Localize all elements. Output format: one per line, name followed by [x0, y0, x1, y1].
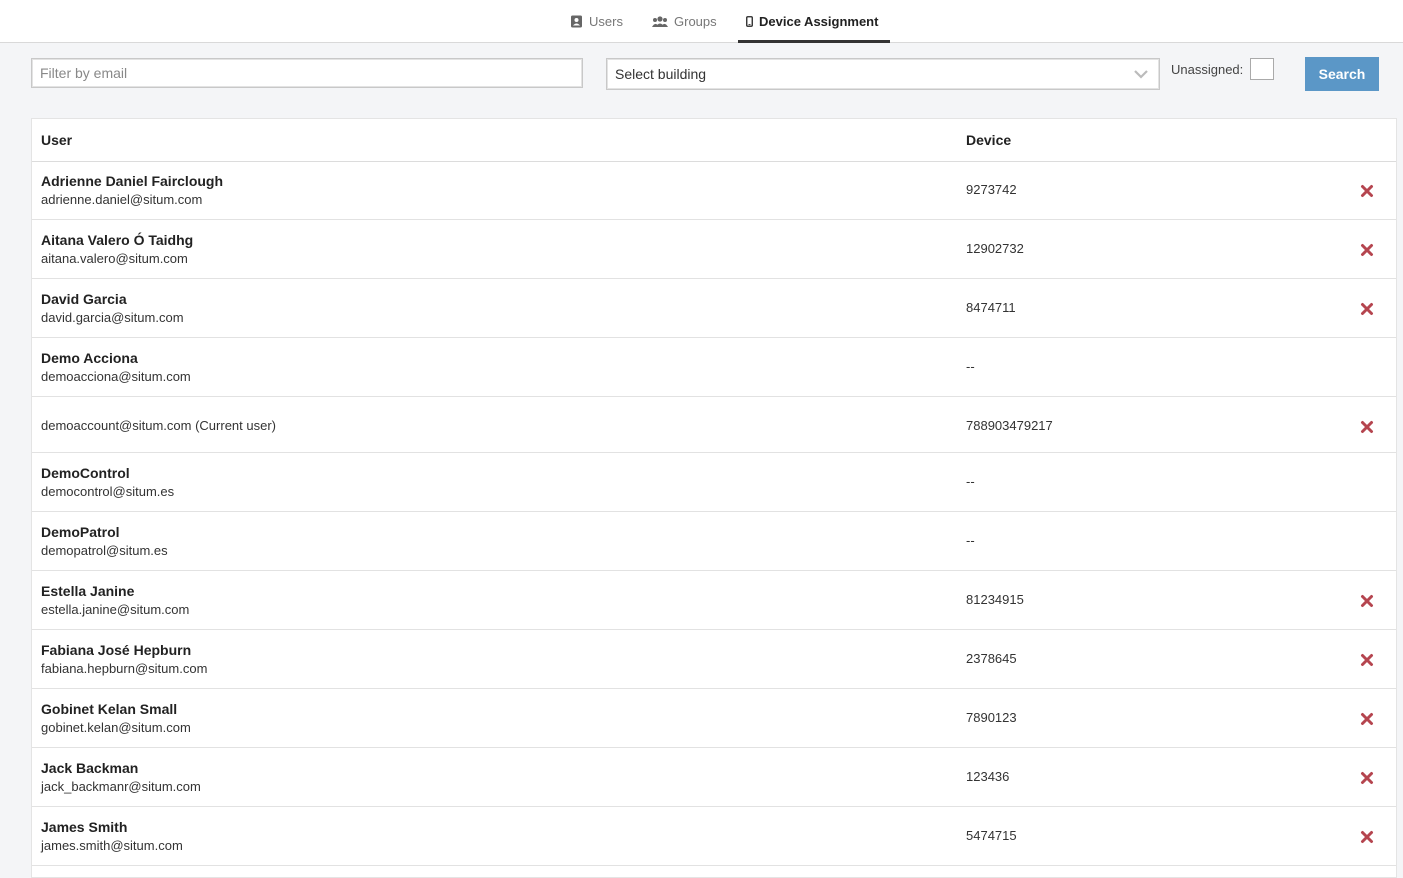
device-id: 7890123 — [966, 710, 1017, 725]
table-row: Aitana Valero Ó Taidhg aitana.valero@situ… — [32, 220, 1396, 279]
device-id: -- — [966, 533, 975, 548]
contact-book-icon — [570, 15, 583, 28]
users-icon — [652, 15, 668, 28]
tab-device-assignment-label: Device Assignment — [759, 13, 879, 29]
filter-email-input[interactable] — [31, 58, 583, 88]
remove-assignment-icon[interactable] — [1360, 830, 1374, 844]
assignment-table: User Device Adrienne Daniel Fairclough ad… — [31, 118, 1397, 878]
user-name: David Garcia — [41, 291, 127, 307]
device-id: 81234915 — [966, 592, 1024, 607]
remove-assignment-icon[interactable] — [1360, 594, 1374, 608]
unassigned-checkbox[interactable] — [1250, 58, 1274, 80]
column-header-device: Device — [966, 132, 1012, 148]
user-email: demoacciona@situm.com — [41, 369, 191, 384]
remove-assignment-icon[interactable] — [1360, 712, 1374, 726]
building-select[interactable]: Select building — [606, 58, 1160, 90]
remove-assignment-icon[interactable] — [1360, 184, 1374, 198]
user-email: adrienne.daniel@situm.com — [41, 192, 203, 207]
table-row: Jack Backman jack_backmanr@situm.com 12343… — [32, 748, 1396, 807]
chevron-down-icon — [1133, 67, 1149, 84]
column-header-user: User — [41, 132, 73, 148]
tab-device-assignment[interactable]: Device Assignment — [737, 0, 891, 43]
table-header: User Device — [32, 119, 1396, 162]
user-email: gobinet.kelan@situm.com — [41, 720, 191, 735]
table-row: demoaccount@situm.com (Current user) 7889… — [32, 397, 1396, 453]
remove-assignment-icon[interactable] — [1360, 653, 1374, 667]
device-id: 123436 — [966, 769, 1010, 784]
building-select-value: Select building — [615, 66, 707, 82]
table-row: Fabiana José Hepburn fabiana.hepburn@situ… — [32, 630, 1396, 689]
tab-groups-label: Groups — [674, 13, 717, 29]
user-name: James Smith — [41, 819, 128, 835]
user-email: democontrol@situm.es — [41, 484, 175, 499]
tab-bar: Users Groups Device Assignment — [0, 0, 1403, 43]
table-row: James Smith james.smith@situm.com 5474715 — [32, 807, 1396, 866]
user-name: Gobinet Kelan Small — [41, 701, 178, 717]
device-id: 8474711 — [966, 300, 1016, 315]
user-email: demopatrol@situm.es — [41, 543, 168, 558]
table-row: Demo Acciona demoacciona@situm.com -- — [32, 338, 1396, 397]
device-id: 9273742 — [966, 182, 1017, 197]
table-row: DemoPatrol demopatrol@situm.es -- — [32, 512, 1396, 571]
user-email: david.garcia@situm.com — [41, 310, 184, 325]
user-email: james.smith@situm.com — [41, 838, 183, 853]
table-row: David Garcia david.garcia@situm.com 847471… — [32, 279, 1396, 338]
user-email: jack_backmanr@situm.com — [41, 779, 201, 794]
unassigned-label: Unassigned: — [1171, 62, 1244, 77]
user-name: DemoPatrol — [41, 524, 120, 540]
user-name: DemoControl — [41, 465, 130, 481]
device-id: 5474715 — [966, 828, 1017, 843]
user-name: Adrienne Daniel Fairclough — [41, 173, 224, 189]
user-name: Aitana Valero Ó Taidhg — [41, 232, 194, 248]
remove-assignment-icon[interactable] — [1360, 243, 1374, 257]
user-email: fabiana.hepburn@situm.com — [41, 661, 208, 676]
device-id: -- — [966, 474, 975, 489]
user-name: Jack Backman — [41, 760, 139, 776]
tab-groups[interactable]: Groups — [652, 0, 717, 42]
table-row: DemoControl democontrol@situm.es -- — [32, 453, 1396, 512]
device-id: 788903479217 — [966, 418, 1053, 433]
remove-assignment-icon[interactable] — [1360, 420, 1374, 434]
device-id: 12902732 — [966, 241, 1024, 256]
mobile-icon — [746, 15, 753, 27]
device-id: 2378645 — [966, 651, 1017, 666]
table-row: Gobinet Kelan Small gobinet.kelan@situm.c… — [32, 689, 1396, 748]
tab-users[interactable]: Users — [570, 0, 623, 42]
remove-assignment-icon[interactable] — [1360, 302, 1374, 316]
table-row: Estella Janine estella.janine@situm.com 81… — [32, 571, 1396, 630]
user-email: aitana.valero@situm.com — [41, 251, 188, 266]
tab-users-label: Users — [589, 13, 623, 29]
user-name: Fabiana José Hepburn — [41, 642, 192, 658]
device-id: -- — [966, 359, 975, 374]
user-name: Estella Janine — [41, 583, 135, 599]
user-email: demoaccount@situm.com (Current user) — [41, 418, 276, 433]
table-row: Adrienne Daniel Fairclough adrienne.danie… — [32, 161, 1396, 220]
user-email: estella.janine@situm.com — [41, 602, 190, 617]
user-name: Demo Acciona — [41, 350, 138, 366]
search-button[interactable]: Search — [1305, 57, 1379, 91]
remove-assignment-icon[interactable] — [1360, 771, 1374, 785]
